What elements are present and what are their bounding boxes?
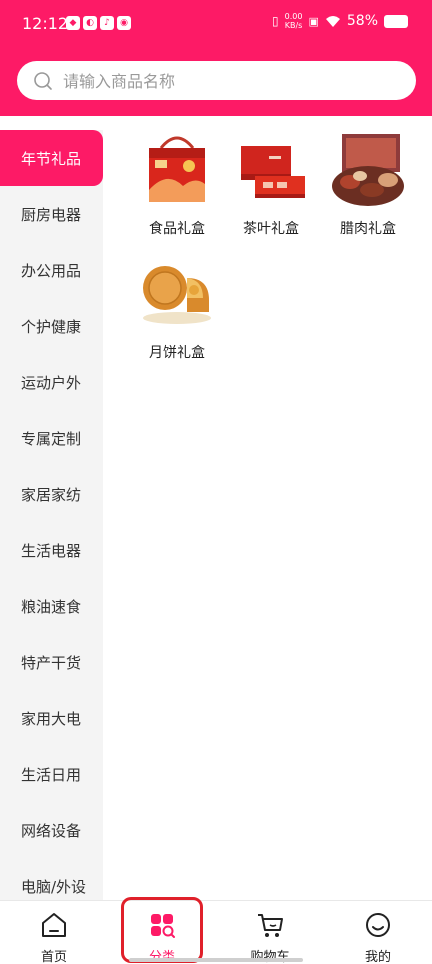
tab-label: 我的 [364,950,391,964]
sidebar-item-network-devices[interactable]: 网络设备 [0,802,103,858]
sidebar-item-local-specialties[interactable]: 特产干货 [0,634,103,690]
sidebar-item-home-textiles[interactable]: 家居家纺 [0,466,103,522]
notification-icons: ◆ ◐ ♪ ◉ [66,16,131,30]
home-indicator[interactable] [129,958,303,962]
search-icon [34,72,52,90]
bottom-tab-bar: 首页 分类 购物车 我的 [0,900,432,964]
wifi-icon [325,15,340,27]
category-sidebar: 年节礼品 厨房电器 办公用品 个护健康 运动户外 专属定制 家居家纺 生活电器 … [0,130,103,900]
mooncake-image [143,266,211,324]
tea-box-image [241,146,305,198]
product-tea-gift-box[interactable]: 茶叶礼盒 [223,130,319,238]
sidebar-item-annual-gifts[interactable]: 年节礼品 [0,130,103,186]
tab-profile[interactable]: 我的 [324,901,432,964]
tab-home[interactable]: 首页 [0,901,108,964]
sidebar-item-kitchen-appliances[interactable]: 厨房电器 [0,186,103,242]
sidebar-item-major-appliances[interactable]: 家用大电 [0,690,103,746]
product-grid: 食品礼盒 茶叶礼盒 腊肉礼盒 月饼礼盒 [103,116,432,900]
cart-icon [258,914,283,937]
weibo-icon: ◉ [117,16,131,30]
tab-cart[interactable]: 购物车 [216,901,324,964]
home-icon [42,913,66,937]
app-notification-icon: ◐ [83,16,97,30]
profile-icon [366,913,390,937]
sim-icon: ▣ [308,14,319,28]
search-input[interactable] [63,69,393,93]
sidebar-item-personal-care[interactable]: 个护健康 [0,298,103,354]
network-speed: 0.00 KB/s [284,12,303,30]
battery-percent: 58% [346,13,378,29]
sidebar-item-custom[interactable]: 专属定制 [0,410,103,466]
app-notification-icon: ◆ [66,16,80,30]
cured-meat-image [332,134,404,206]
product-label: 月饼礼盒 [149,345,205,361]
gift-box-image [149,136,205,202]
vibrate-icon: ▯ [272,14,279,28]
sidebar-item-small-appliances[interactable]: 生活电器 [0,522,103,578]
battery-icon [384,14,408,28]
sidebar-item-grain-oil[interactable]: 粮油速食 [0,578,103,634]
category-tab-highlight [121,897,203,963]
sidebar-item-computer-peripherals[interactable]: 电脑/外设 [0,858,103,900]
status-bar: 12:12 ◆ ◐ ♪ ◉ ▯ 0.00 KB/s ▣ 58% [0,0,432,50]
tiktok-icon: ♪ [100,16,114,30]
product-label: 茶叶礼盒 [243,221,299,237]
sidebar-item-office-supplies[interactable]: 办公用品 [0,242,103,298]
product-food-gift-box[interactable]: 食品礼盒 [129,130,225,238]
status-right: ▯ 0.00 KB/s ▣ 58% [272,12,408,30]
product-mooncake-gift-box[interactable]: 月饼礼盒 [129,254,225,362]
tab-label: 首页 [40,950,67,964]
product-cured-meat-gift-box[interactable]: 腊肉礼盒 [320,130,416,238]
product-label: 食品礼盒 [149,221,205,237]
product-label: 腊肉礼盒 [340,221,396,237]
sidebar-item-outdoor-sports[interactable]: 运动户外 [0,354,103,410]
status-time: 12:12 [22,14,69,33]
sidebar-item-daily-goods[interactable]: 生活日用 [0,746,103,802]
search-bar[interactable] [17,61,416,100]
